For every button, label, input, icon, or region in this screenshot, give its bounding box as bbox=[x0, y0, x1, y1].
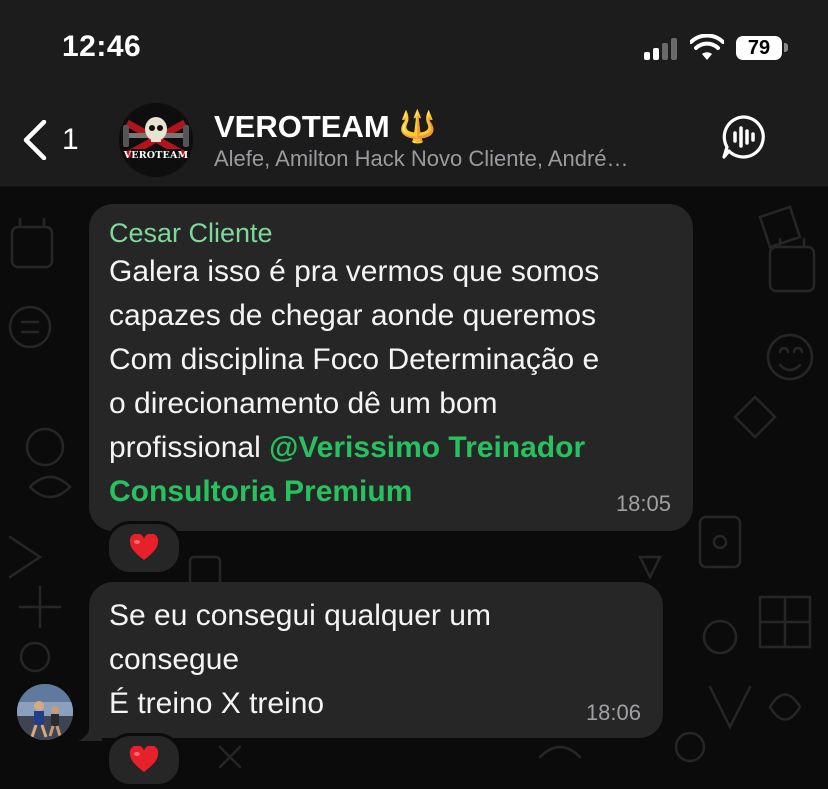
message-line-text: profissional bbox=[109, 431, 270, 464]
message-bubble[interactable]: Cesar Cliente Galera isso é pra vermos q… bbox=[89, 204, 693, 531]
chevron-left-icon bbox=[23, 120, 47, 160]
message-line: Se eu consegui qualquer um bbox=[109, 599, 491, 632]
message-time: 18:06 bbox=[585, 700, 641, 725]
avatar-text: VEROTEAM bbox=[123, 150, 189, 161]
back-button[interactable]: 1 bbox=[22, 118, 92, 162]
message-line: consegue bbox=[109, 643, 240, 676]
battery-cap bbox=[784, 43, 788, 52]
group-members[interactable]: Alefe, Amilton Hack Novo Cliente, André… bbox=[214, 146, 694, 172]
reaction-badge[interactable] bbox=[106, 733, 182, 787]
message-text: Galera isso é pra vermos que somos capaz… bbox=[109, 250, 673, 514]
message-text: Se eu consegui qualquer um consegue É tr… bbox=[109, 594, 643, 726]
status-time: 12:46 bbox=[62, 30, 142, 63]
skull-logo-icon bbox=[119, 103, 193, 177]
red-heart-icon bbox=[129, 534, 159, 560]
message-line: profissional @Verissimo Treinador bbox=[109, 426, 673, 470]
message-line: Galera isso é pra vermos que somos bbox=[109, 255, 600, 288]
sender-avatar[interactable] bbox=[17, 684, 73, 740]
reaction-badge[interactable] bbox=[106, 521, 182, 575]
bubble-tail bbox=[78, 719, 102, 741]
mention-link-continued[interactable]: Consultoria Premium bbox=[109, 470, 673, 514]
message-time: 18:05 bbox=[615, 491, 671, 516]
signal-icon bbox=[644, 38, 680, 60]
sender-name[interactable]: Cesar Cliente bbox=[109, 216, 673, 250]
mention-link[interactable]: @Verissimo Treinador bbox=[269, 431, 585, 464]
battery-indicator: 79 bbox=[736, 36, 782, 60]
wifi-icon bbox=[690, 34, 724, 60]
voice-chat-icon[interactable] bbox=[720, 114, 766, 160]
group-title[interactable]: VEROTEAM 🔱 bbox=[214, 108, 437, 145]
runner-photo-icon bbox=[17, 684, 73, 740]
chat-area[interactable]: Cesar Cliente Galera isso é pra vermos q… bbox=[0, 187, 828, 789]
message-line: capazes de chegar aonde queremos bbox=[109, 299, 597, 332]
group-avatar[interactable]: VEROTEAM bbox=[119, 103, 193, 177]
message-line: o direcionamento dê um bom bbox=[109, 387, 498, 420]
red-heart-icon bbox=[129, 746, 159, 772]
chat-header: 12:46 79 1 VEROTEAM VEROTEAM 🔱 Alefe, Am… bbox=[0, 0, 828, 187]
message-line: Com disciplina Foco Determinação e bbox=[109, 343, 600, 376]
message-bubble[interactable]: Se eu consegui qualquer um consegue É tr… bbox=[89, 582, 663, 738]
unread-count: 1 bbox=[62, 123, 79, 156]
message-line: É treino X treino bbox=[109, 687, 325, 720]
